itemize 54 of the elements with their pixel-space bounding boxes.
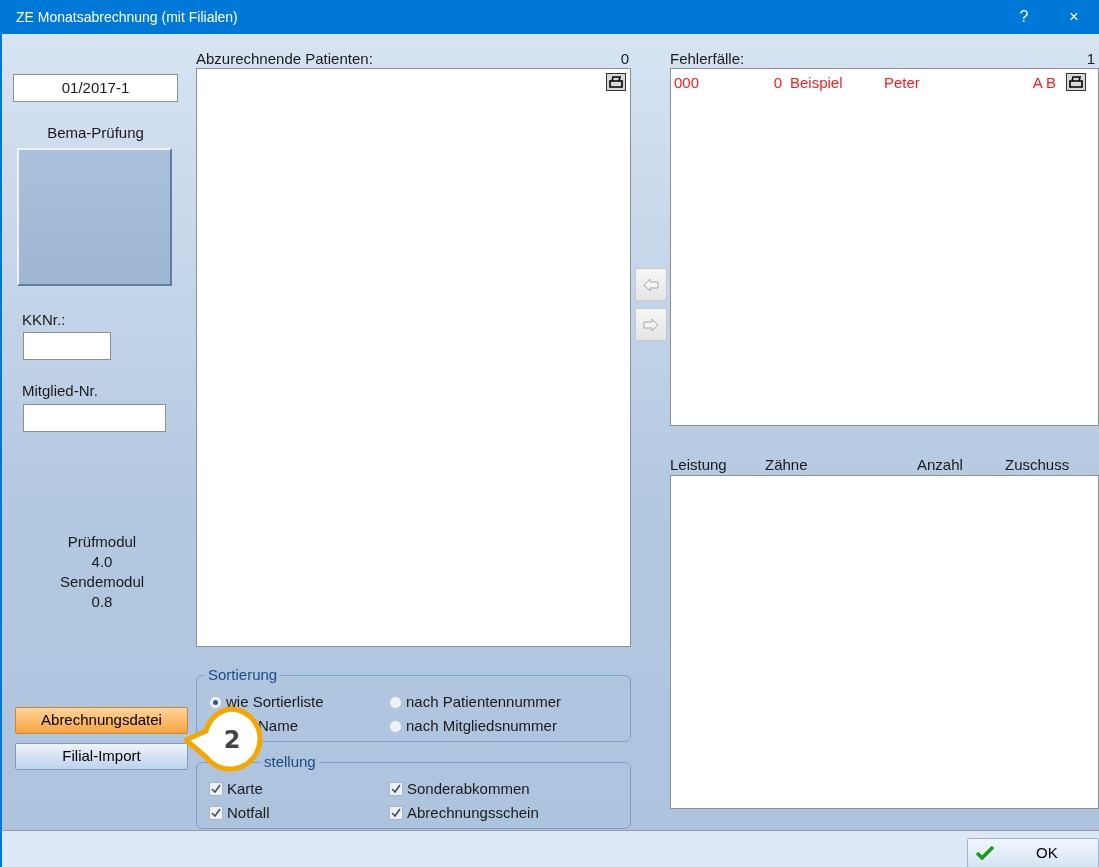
column-header: Leistung: [670, 456, 728, 475]
member-number-field[interactable]: [23, 403, 166, 432]
action-button[interactable]: Abrechnungsdatei: [15, 706, 188, 734]
option-label: Sonderabkommen: [407, 780, 530, 798]
left-arrow-icon: [642, 277, 659, 292]
checkbox[interactable]: [389, 806, 403, 820]
table-cell-text: 0: [772, 74, 782, 92]
patients-label: Abzurechnende Patienten:: [196, 50, 373, 68]
errors-count: 1: [1086, 50, 1095, 68]
member-label: Mitglied-Nr.: [22, 381, 99, 401]
table-cell-text: 000: [674, 74, 701, 92]
right-arrow-icon: [642, 317, 659, 332]
option-label: wie Sortierliste: [226, 693, 324, 711]
option-label: Karte: [227, 780, 263, 798]
period-field[interactable]: 01/2017-1: [13, 74, 178, 102]
bema-label: Bema-Prüfung: [46, 123, 145, 143]
close-button[interactable]: ×: [1049, 5, 1099, 29]
radio-button[interactable]: [389, 695, 402, 709]
checkbox[interactable]: [389, 782, 403, 796]
module-text: 0.8: [90, 591, 114, 612]
column-header: Zuschuss: [1005, 456, 1071, 475]
errors-list[interactable]: 000 0 Beispiel Peter A B: [670, 68, 1099, 426]
radio-button[interactable]: [389, 719, 402, 733]
kk-number-field[interactable]: [23, 332, 111, 360]
option-label: nach Mitgliedsnummer: [406, 717, 557, 735]
module-text: Sendemodul: [58, 571, 146, 592]
patients-count: 0: [620, 50, 629, 68]
printer-icon: [1069, 76, 1083, 88]
ok-button[interactable]: OK: [967, 838, 1099, 867]
sorting-legend: Sortierung: [205, 666, 281, 684]
module-text: 4.0: [90, 551, 114, 572]
module-text: Prüfmodul: [66, 531, 138, 552]
presets-legend: stellung: [261, 753, 319, 771]
action-button[interactable]: Filial-Import: [15, 742, 188, 770]
table-cell-text: Beispiel: [789, 74, 844, 92]
printer-icon: [609, 76, 623, 88]
option-label: Notfall: [227, 804, 270, 822]
print-button[interactable]: [1066, 73, 1086, 91]
checkmark-icon: [976, 846, 994, 860]
checkbox[interactable]: [209, 782, 223, 796]
column-header: Zähne: [765, 456, 809, 475]
help-button[interactable]: ?: [999, 5, 1049, 29]
option-label: nach Patientennummer: [406, 693, 562, 711]
column-header: Anzahl: [917, 456, 964, 475]
checkbox[interactable]: [209, 806, 223, 820]
kk-label: KKNr.:: [22, 309, 67, 330]
print-button[interactable]: [606, 73, 626, 91]
radio-button[interactable]: [209, 695, 222, 709]
option-label: Name: [258, 717, 298, 735]
option-label: Abrechnungsschein: [407, 804, 539, 822]
window-title: ZE Monatsabrechnung (mit Filialen): [16, 7, 239, 27]
table-cell-text: Peter: [884, 74, 921, 92]
table-cell: A B: [1032, 74, 1056, 92]
errors-label: Fehlerfälle:: [670, 50, 745, 68]
